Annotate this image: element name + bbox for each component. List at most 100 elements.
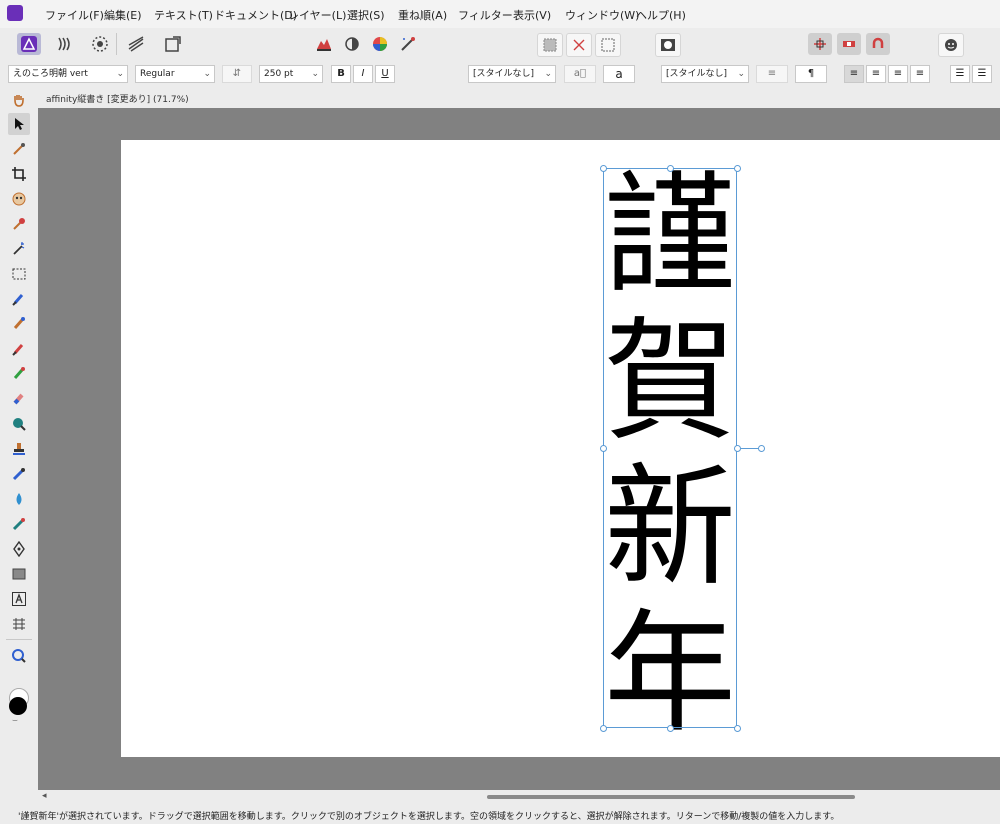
menu-arrange[interactable]: 重ね順(A) — [398, 7, 447, 23]
align-center-button[interactable]: ≡ — [866, 65, 886, 83]
selection-handle[interactable] — [600, 445, 607, 452]
dodge-tool-icon[interactable] — [8, 363, 30, 385]
font-style-select[interactable]: Regular ⌄ — [135, 65, 215, 83]
paragraph-style-select[interactable]: [スタイルなし] ⌄ — [661, 65, 749, 83]
menu-view[interactable]: 表示(V) — [513, 7, 551, 23]
document-page[interactable] — [121, 140, 1000, 757]
menu-filters[interactable]: フィルター — [458, 7, 513, 23]
clone-stamp-tool-icon[interactable] — [8, 438, 30, 460]
align-right-button[interactable]: ≡ — [888, 65, 908, 83]
invert-selection-icon[interactable] — [595, 33, 621, 57]
quick-mask-icon[interactable] — [655, 33, 681, 57]
chevron-down-icon: ⌄ — [203, 69, 211, 79]
pen-tool-icon[interactable] — [8, 538, 30, 560]
assistant-icon[interactable] — [837, 33, 861, 55]
chevron-down-icon: ⌄ — [116, 69, 124, 79]
justify-button[interactable]: ≡ — [910, 65, 930, 83]
tracking-button[interactable]: ⇵ — [222, 65, 252, 83]
char-style-a-button[interactable]: a — [603, 65, 635, 83]
menu-document[interactable]: ドキュメント(D) — [214, 7, 297, 23]
menu-layer[interactable]: レイヤー(L) — [288, 7, 346, 23]
italic-button[interactable]: I — [353, 65, 373, 83]
menu-help[interactable]: ヘルプ(H) — [636, 7, 686, 23]
paragraph-options-icon: ≡ — [767, 68, 777, 79]
scroll-left-icon[interactable]: ◂ — [42, 791, 47, 801]
swap-colors-icon[interactable]: ⌣ — [12, 716, 18, 726]
crop-tool-icon[interactable] — [8, 163, 30, 185]
menu-edit[interactable]: 編集(E) — [104, 7, 142, 23]
auto-adjust-icon[interactable] — [396, 33, 420, 55]
align-left-button[interactable]: ≡ — [844, 65, 864, 83]
brush-tool-icon[interactable] — [8, 338, 30, 360]
primary-color-swatch[interactable] — [9, 697, 27, 715]
underline-button[interactable]: U — [375, 65, 395, 83]
snapping-icon[interactable] — [808, 33, 832, 55]
rectangle-tool-icon[interactable] — [8, 563, 30, 585]
zoom-tool-icon[interactable] — [8, 645, 30, 667]
move-tool-arrow-icon[interactable] — [8, 113, 30, 135]
character-style-select[interactable]: [スタイルなし] ⌄ — [468, 65, 556, 83]
font-size-value: 250 pt — [264, 69, 294, 79]
artistic-text-tool-icon[interactable] — [8, 588, 30, 610]
erase-brush-tool-icon[interactable] — [8, 313, 30, 335]
chevron-down-icon: ⌄ — [544, 69, 552, 79]
bullet-list-icon: ☰ — [955, 68, 965, 79]
selection-handle[interactable] — [667, 165, 674, 172]
menu-file[interactable]: ファイル(F) — [45, 7, 104, 23]
selection-handle[interactable] — [600, 165, 607, 172]
scrollbar-thumb[interactable] — [487, 795, 855, 799]
font-size-select[interactable]: 250 pt ⌄ — [259, 65, 323, 83]
bold-button[interactable]: B — [331, 65, 351, 83]
align-center-icon: ≡ — [871, 68, 881, 79]
export-persona-icon[interactable] — [161, 33, 185, 55]
paragraph-style-options-button[interactable]: ≡ — [756, 65, 788, 83]
menu-select[interactable]: 選択(S) — [347, 7, 385, 23]
numbered-list-icon: ☰ — [977, 68, 987, 79]
liquify-persona-icon[interactable] — [53, 33, 77, 55]
fill-tool-icon[interactable] — [8, 488, 30, 510]
deselect-icon[interactable] — [566, 33, 592, 57]
font-family-select[interactable]: えのころ明朝 vert ⌄ — [8, 65, 128, 83]
rotation-handle[interactable] — [758, 445, 765, 452]
marquee-tool-icon[interactable] — [8, 263, 30, 285]
contrast-icon[interactable] — [340, 33, 364, 55]
flood-select-tool-icon[interactable] — [8, 213, 30, 235]
align-left-icon: ≡ — [849, 68, 859, 79]
font-style-value: Regular — [140, 69, 175, 79]
magic-wand-tool-icon[interactable] — [8, 238, 30, 260]
selection-handle[interactable] — [600, 725, 607, 732]
magnet-icon[interactable] — [866, 33, 890, 55]
selection-bounding-box — [603, 168, 737, 728]
smudge-tool-icon[interactable] — [8, 463, 30, 485]
pilcrow-button[interactable]: ¶ — [795, 65, 827, 83]
selection-handle[interactable] — [734, 725, 741, 732]
toolbar: ⌄ ⌄ — [0, 28, 1000, 74]
photo-persona-button[interactable] — [17, 33, 41, 55]
selection-brush-tool-icon[interactable] — [8, 188, 30, 210]
select-all-icon[interactable] — [537, 33, 563, 57]
tone-mapping-persona-icon[interactable] — [124, 33, 148, 55]
menu-window[interactable]: ウィンドウ(W) — [565, 7, 639, 23]
color-wheel-icon[interactable] — [368, 33, 392, 55]
selection-handle[interactable] — [734, 445, 741, 452]
assistant-options-icon[interactable] — [938, 33, 964, 57]
align-right-icon: ≡ — [893, 68, 903, 79]
selection-handle[interactable] — [734, 165, 741, 172]
paint-brush-tool-icon[interactable] — [8, 288, 30, 310]
color-picker-tool-icon[interactable] — [8, 138, 30, 160]
character-style-options-button[interactable]: a⃞ — [564, 65, 596, 83]
bullet-list-button[interactable]: ☰ — [950, 65, 970, 83]
blur-tool-icon[interactable] — [8, 413, 30, 435]
mesh-warp-tool-icon[interactable] — [8, 613, 30, 635]
chevron-down-icon: ⌄ — [737, 69, 745, 79]
document-tab[interactable]: affinity縦書き [変更あり] (71.7%) — [46, 92, 189, 105]
levels-icon[interactable] — [312, 33, 336, 55]
menu-text[interactable]: テキスト(T) — [154, 7, 213, 23]
healing-brush-tool-icon[interactable] — [8, 513, 30, 535]
status-bar: '謹賀新年'が選択されています。ドラッグで選択範囲を移動します。クリックで別のオ… — [0, 806, 1000, 824]
view-tool-hand-icon[interactable] — [8, 89, 30, 111]
selection-handle[interactable] — [667, 725, 674, 732]
numbered-list-button[interactable]: ☰ — [972, 65, 992, 83]
eraser-tool-icon[interactable] — [8, 388, 30, 410]
develop-persona-icon[interactable] — [88, 33, 112, 55]
